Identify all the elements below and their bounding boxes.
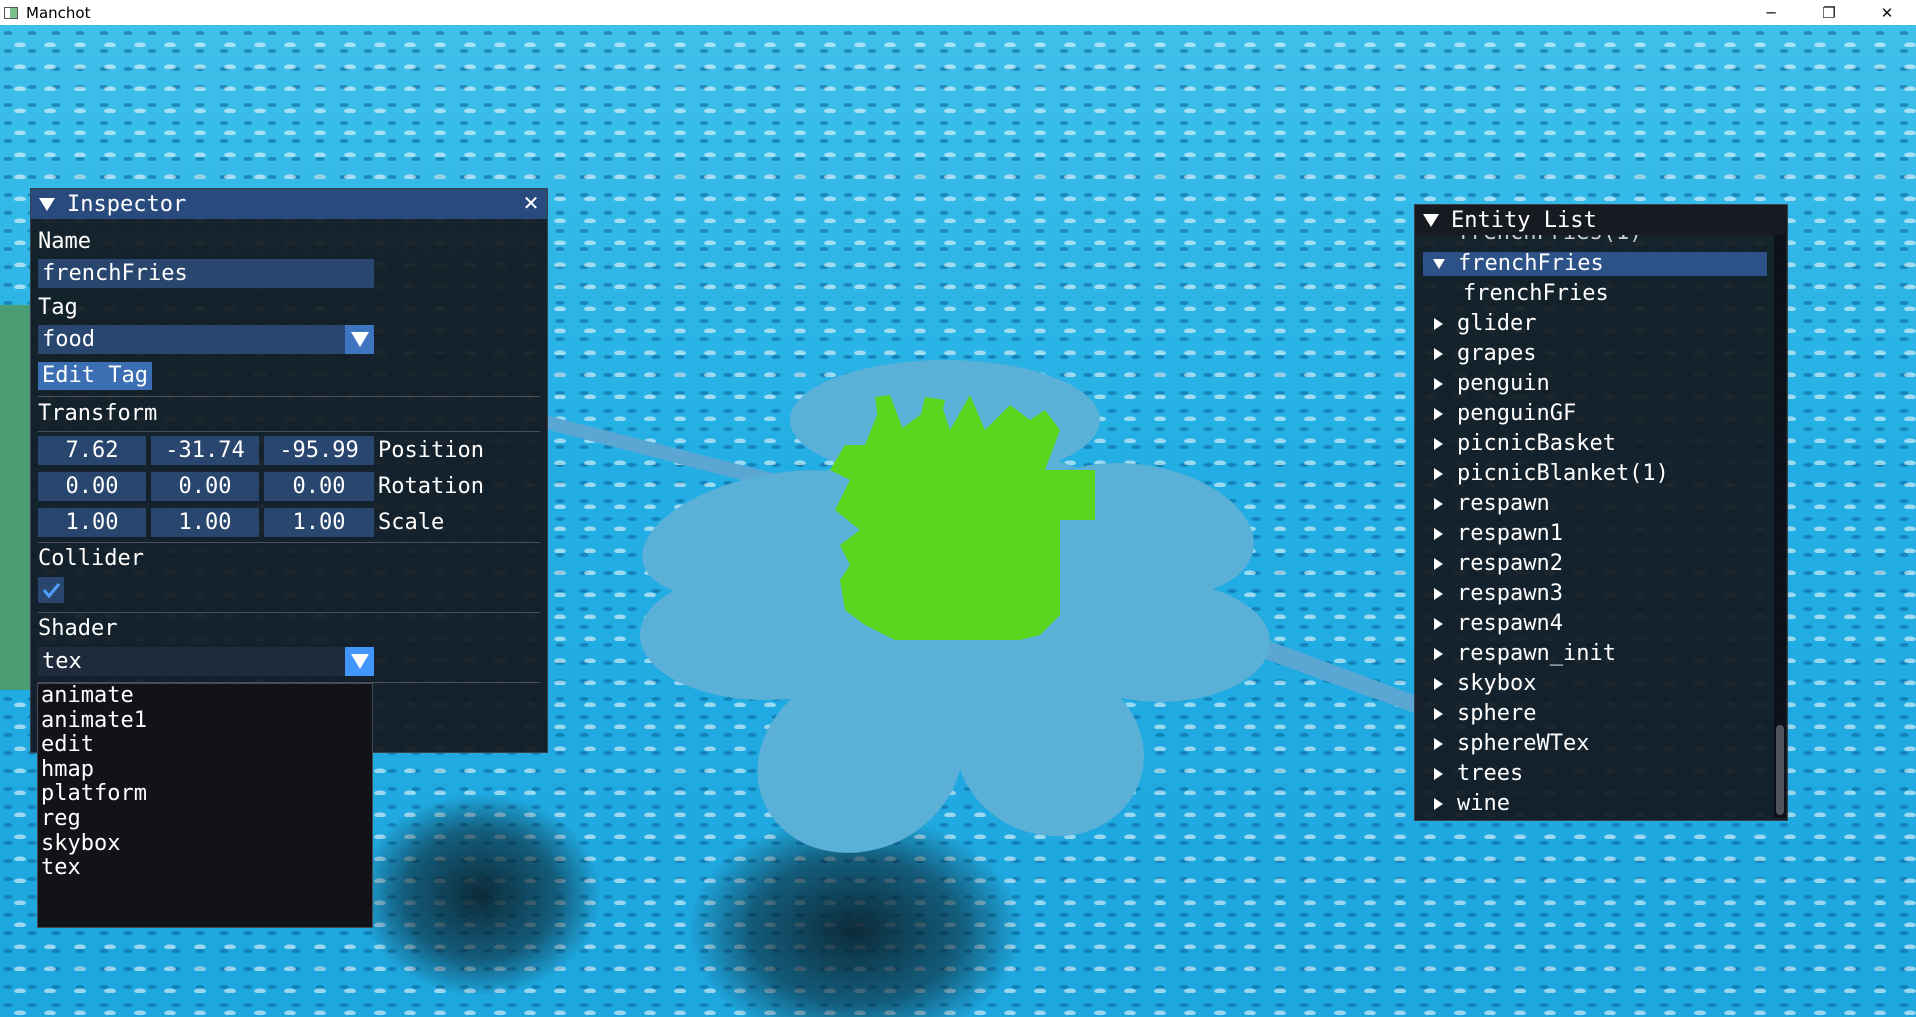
shader-combo[interactable]: tex xyxy=(38,647,374,676)
shader-label: Shader xyxy=(38,616,118,641)
collapsed-arrow-icon[interactable] xyxy=(1434,528,1443,540)
name-input[interactable]: frenchFries xyxy=(38,259,374,288)
separator xyxy=(38,396,540,397)
entity-list-title: Entity List xyxy=(1451,207,1597,233)
collapsed-arrow-icon[interactable] xyxy=(1434,738,1443,750)
rotation-label: Rotation xyxy=(378,474,484,499)
position-x-input[interactable]: 7.62 xyxy=(38,436,146,465)
minimize-icon[interactable]: ─ xyxy=(1742,0,1800,25)
tree-item[interactable]: grapes xyxy=(1423,342,1536,366)
collapsed-arrow-icon[interactable] xyxy=(1434,618,1443,630)
tree-item[interactable]: picnicBasket xyxy=(1423,432,1616,456)
collapsed-arrow-icon[interactable] xyxy=(1434,348,1443,360)
collapsed-arrow-icon[interactable] xyxy=(1434,768,1443,780)
scale-z-input[interactable]: 1.00 xyxy=(264,508,374,537)
collapsed-arrow-icon[interactable] xyxy=(1434,648,1443,660)
collapsed-arrow-icon[interactable] xyxy=(1434,468,1443,480)
shader-option[interactable]: edit xyxy=(38,733,372,758)
collapse-arrow-icon[interactable] xyxy=(39,197,55,211)
tree-item[interactable]: picnicBlanket(1) xyxy=(1423,462,1669,486)
collapsed-arrow-icon[interactable] xyxy=(1434,708,1443,720)
position-z-input[interactable]: -95.99 xyxy=(264,436,374,465)
inspector-window[interactable]: Inspector ✕ Name frenchFries Tag food Ed… xyxy=(30,188,548,753)
rotation-x-input[interactable]: 0.00 xyxy=(38,472,146,501)
scale-x-input[interactable]: 1.00 xyxy=(38,508,146,537)
tree-item[interactable]: penguinGF xyxy=(1423,402,1576,426)
chevron-down-icon[interactable] xyxy=(345,325,374,354)
transform-label: Transform xyxy=(38,401,158,426)
tree-item[interactable]: sphere xyxy=(1423,702,1536,726)
tree-item[interactable]: penguin xyxy=(1423,372,1550,396)
tag-combo[interactable]: food xyxy=(38,325,374,354)
entity-tree[interactable]: frenchFries(1) frenchFries frenchFries g… xyxy=(1423,235,1773,815)
collapsed-arrow-icon[interactable] xyxy=(1434,378,1443,390)
shader-option[interactable]: tex xyxy=(38,856,372,881)
rotation-y-input[interactable]: 0.00 xyxy=(151,472,259,501)
tree-child-item[interactable]: frenchFries xyxy=(1423,282,1609,306)
separator xyxy=(38,612,540,613)
tree-item[interactable]: respawn3 xyxy=(1423,582,1563,606)
entity-list-scrollbar[interactable] xyxy=(1774,235,1786,818)
collapsed-arrow-icon[interactable] xyxy=(1434,408,1443,420)
tree-item[interactable]: wine xyxy=(1423,792,1510,815)
shader-option[interactable]: animate xyxy=(38,683,372,709)
shader-option[interactable]: skybox xyxy=(38,831,372,857)
tree-item-partial[interactable]: frenchFries(1) xyxy=(1423,235,1642,245)
expanded-arrow-icon[interactable] xyxy=(1433,259,1445,269)
shader-dropdown-list[interactable]: animate animate1 edit hmap platform reg … xyxy=(37,683,373,928)
inspector-title-bar[interactable]: Inspector xyxy=(31,189,547,219)
tree-item[interactable]: respawn xyxy=(1423,492,1550,516)
tree-item[interactable]: glider xyxy=(1423,312,1536,336)
tree-item-selected[interactable]: frenchFries xyxy=(1423,252,1767,276)
position-label: Position xyxy=(378,438,484,463)
collapsed-arrow-icon[interactable] xyxy=(1434,498,1443,510)
collapsed-arrow-icon[interactable] xyxy=(1434,588,1443,600)
collapsed-arrow-icon[interactable] xyxy=(1434,678,1443,690)
tag-label: Tag xyxy=(38,295,78,320)
tree-item[interactable]: respawn4 xyxy=(1423,612,1563,636)
app-icon xyxy=(4,6,18,19)
scale-y-input[interactable]: 1.00 xyxy=(151,508,259,537)
collider-checkbox[interactable] xyxy=(38,577,64,603)
separator xyxy=(38,542,540,543)
collapsed-arrow-icon[interactable] xyxy=(1434,558,1443,570)
scrollbar-thumb[interactable] xyxy=(1776,725,1784,815)
shader-option[interactable]: hmap xyxy=(38,757,372,783)
window-title: Manchot xyxy=(26,3,91,22)
collapse-arrow-icon[interactable] xyxy=(1423,213,1439,227)
tree-item[interactable]: respawn2 xyxy=(1423,552,1563,576)
tree-item[interactable]: skybox xyxy=(1423,672,1536,696)
inspector-title: Inspector xyxy=(67,191,187,217)
collapsed-arrow-icon[interactable] xyxy=(1434,318,1443,330)
entity-list-title-bar[interactable]: Entity List xyxy=(1415,205,1787,235)
tree-item[interactable]: sphereWTex xyxy=(1423,732,1589,756)
position-y-input[interactable]: -31.74 xyxy=(151,436,259,465)
scale-label: Scale xyxy=(378,510,445,535)
collapsed-arrow-icon[interactable] xyxy=(1434,438,1443,450)
collapsed-arrow-icon[interactable] xyxy=(1434,798,1443,810)
edit-tag-button[interactable]: Edit Tag xyxy=(38,362,152,390)
tree-item[interactable]: respawn1 xyxy=(1423,522,1563,546)
window-title-bar: Manchot ─ ❐ ✕ xyxy=(0,0,1916,25)
close-icon[interactable]: ✕ xyxy=(521,193,541,213)
entity-list-window[interactable]: Entity List frenchFries(1) frenchFries f… xyxy=(1414,204,1788,821)
tree-item[interactable]: trees xyxy=(1423,762,1523,786)
chevron-down-icon[interactable] xyxy=(345,647,374,676)
checkmark-icon xyxy=(42,583,61,599)
separator xyxy=(38,431,540,432)
name-label: Name xyxy=(38,229,91,254)
shader-option[interactable]: platform xyxy=(38,782,372,807)
collider-label: Collider xyxy=(38,546,144,571)
shader-option[interactable]: reg xyxy=(38,806,372,832)
shader-option[interactable]: animate1 xyxy=(38,708,372,734)
rotation-z-input[interactable]: 0.00 xyxy=(264,472,374,501)
tree-item[interactable]: respawn_init xyxy=(1423,642,1616,666)
shader-combo-value: tex xyxy=(42,649,82,674)
close-icon[interactable]: ✕ xyxy=(1858,0,1916,25)
restore-icon[interactable]: ❐ xyxy=(1800,0,1858,25)
tag-combo-value: food xyxy=(42,327,95,352)
